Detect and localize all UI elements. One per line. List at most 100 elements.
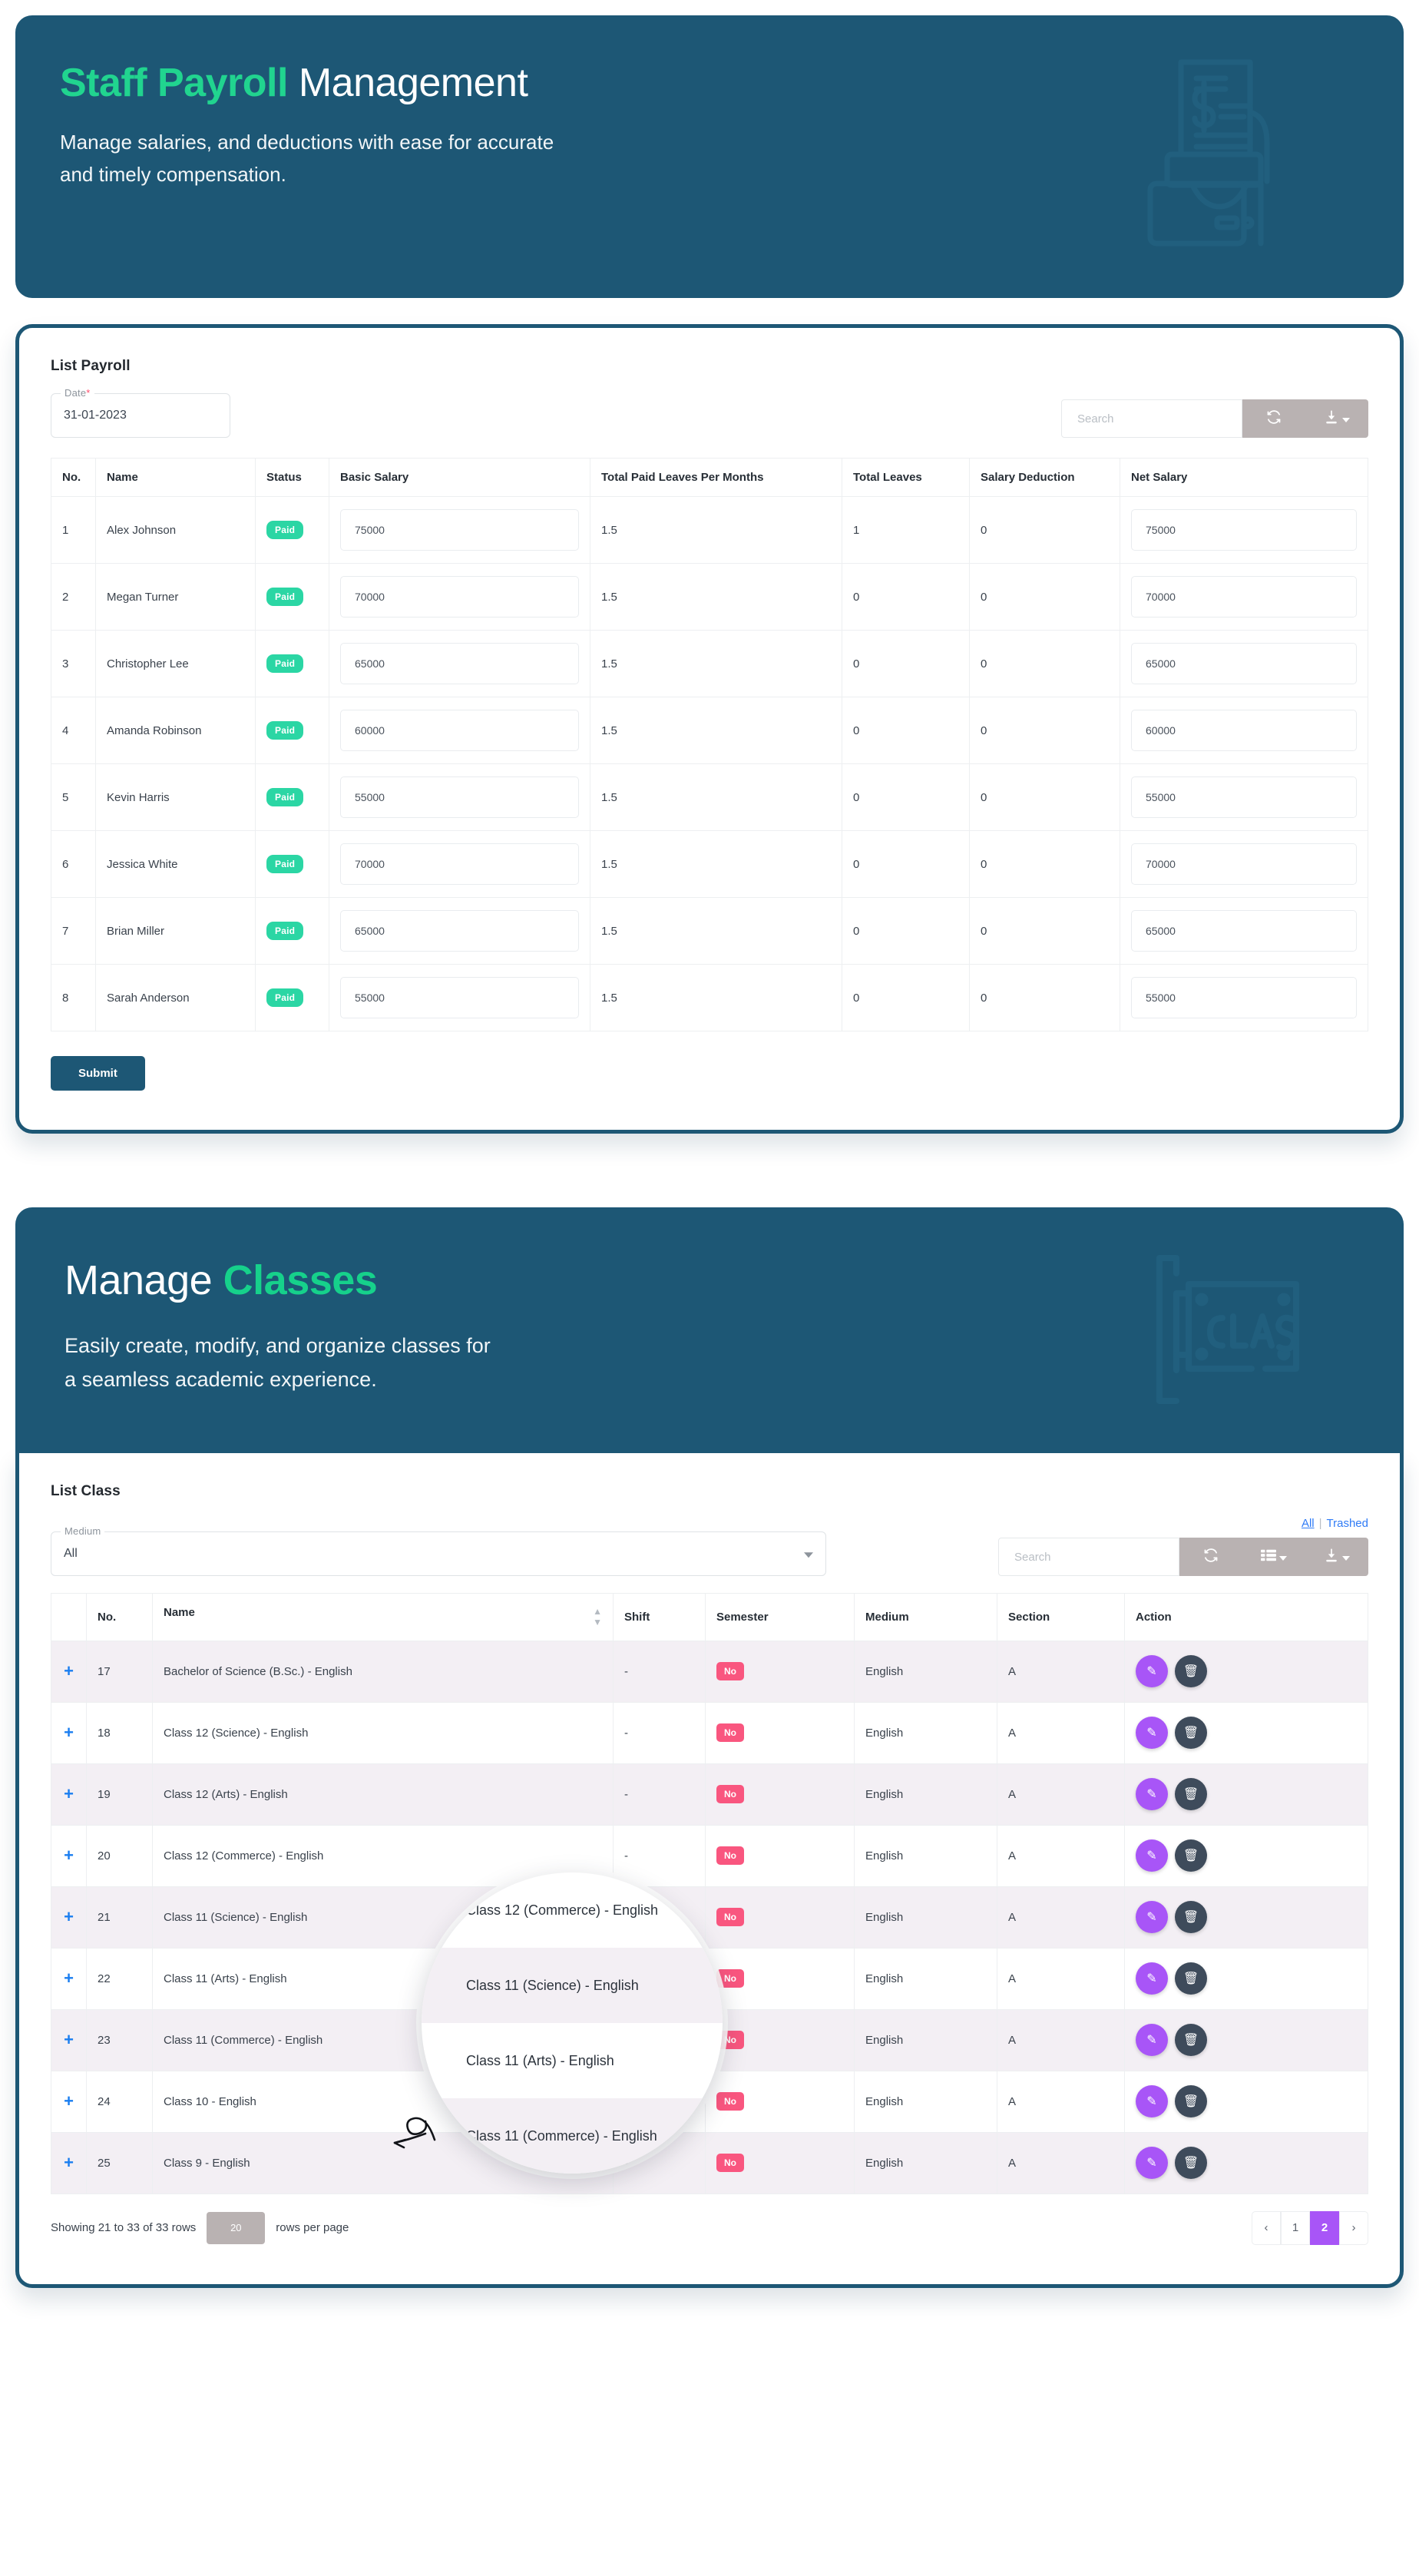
col-net-salary: Net Salary	[1120, 458, 1368, 497]
cell-shift: -	[613, 1763, 706, 1826]
refresh-button[interactable]	[1242, 399, 1305, 438]
cell-status: Paid	[255, 630, 329, 697]
date-field[interactable]: Date* 31-01-2023	[51, 387, 230, 438]
cell-no: 25	[86, 2131, 153, 2194]
plus-icon[interactable]: +	[64, 1784, 74, 1803]
basic-salary-input[interactable]: 65000	[340, 910, 579, 952]
edit-icon[interactable]: ✎	[1136, 1901, 1168, 1934]
basic-salary-input[interactable]: 65000	[340, 643, 579, 684]
medium-select[interactable]: Medium All	[51, 1525, 826, 1576]
plus-icon[interactable]: +	[64, 1968, 74, 1988]
cell-expand[interactable]: +	[51, 2131, 87, 2194]
trash-icon[interactable]: 🗑	[1175, 1901, 1207, 1934]
rows-per-page-select[interactable]: 20	[207, 2211, 266, 2244]
link-trashed[interactable]: Trashed	[1327, 1517, 1368, 1530]
trash-icon[interactable]: 🗑	[1175, 2147, 1207, 2180]
basic-salary-input[interactable]: 70000	[340, 843, 579, 885]
cell-status: Paid	[255, 897, 329, 965]
col-salary-deduction: Salary Deduction	[969, 458, 1120, 497]
trash-icon[interactable]: 🗑	[1175, 1655, 1207, 1688]
cell-action: ✎ 🗑	[1124, 2131, 1368, 2194]
cell-section: A	[997, 2008, 1125, 2071]
cell-name: Class 12 (Arts) - English	[152, 1763, 614, 1826]
export-button[interactable]	[1305, 399, 1368, 438]
net-salary-input[interactable]: 60000	[1131, 710, 1357, 751]
cell-expand[interactable]: +	[51, 1947, 87, 2010]
cell-section: A	[997, 1947, 1125, 2010]
link-all[interactable]: All	[1302, 1517, 1315, 1530]
net-salary-input[interactable]: 70000	[1131, 576, 1357, 618]
cell-semester: No	[705, 2008, 855, 2071]
plus-icon[interactable]: +	[64, 1661, 74, 1680]
cell-section: A	[997, 1701, 1125, 1764]
col-total-paid-leaves: Total Paid Leaves Per Months	[590, 458, 842, 497]
plus-icon[interactable]: +	[64, 1846, 74, 1865]
classes-refresh-button[interactable]	[1179, 1538, 1242, 1576]
cell-paid-leaves: 1.5	[590, 830, 842, 898]
trash-icon[interactable]: 🗑	[1175, 1962, 1207, 1995]
plus-icon[interactable]: +	[64, 2091, 74, 2111]
cell-expand[interactable]: +	[51, 1701, 87, 1764]
page-prev-button[interactable]: ‹	[1252, 2210, 1281, 2245]
edit-icon[interactable]: ✎	[1136, 2085, 1168, 2118]
trash-icon[interactable]: 🗑	[1175, 2024, 1207, 2057]
net-salary-input[interactable]: 75000	[1131, 509, 1357, 551]
cell-section: A	[997, 1763, 1125, 1826]
trash-icon[interactable]: 🗑	[1175, 2085, 1207, 2118]
cell-expand[interactable]: +	[51, 2008, 87, 2071]
cell-name: Jessica White	[95, 830, 256, 898]
date-field-value: 31-01-2023	[64, 409, 127, 422]
classes-search-input[interactable]: Search	[998, 1538, 1179, 1576]
plus-icon[interactable]: +	[64, 1723, 74, 1742]
columns-toggle-button[interactable]	[1242, 1538, 1305, 1576]
edit-icon[interactable]: ✎	[1136, 2024, 1168, 2057]
cell-expand[interactable]: +	[51, 1640, 87, 1703]
net-salary-input[interactable]: 65000	[1131, 910, 1357, 952]
cell-medium: English	[854, 1640, 997, 1703]
cell-total-leaves: 0	[842, 697, 970, 764]
page-2-button[interactable]: 2	[1310, 2210, 1339, 2245]
basic-salary-input[interactable]: 75000	[340, 509, 579, 551]
showing-rows-text: Showing 21 to 33 of 33 rows	[51, 2221, 197, 2235]
payroll-card: List Payroll Date* 31-01-2023 Search No.…	[15, 324, 1404, 1134]
cell-medium: English	[854, 1701, 997, 1764]
hero2-subtitle: Easily create, modify, and organize clas…	[64, 1329, 986, 1396]
basic-salary-input[interactable]: 70000	[340, 576, 579, 618]
cell-expand[interactable]: +	[51, 1824, 87, 1887]
basic-salary-input[interactable]: 60000	[340, 710, 579, 751]
trash-icon[interactable]: 🗑	[1175, 1839, 1207, 1872]
classes-export-button[interactable]	[1305, 1538, 1368, 1576]
trash-icon[interactable]: 🗑	[1175, 1778, 1207, 1811]
plus-icon[interactable]: +	[64, 1907, 74, 1926]
cell-name: Bachelor of Science (B.Sc.) - English	[152, 1640, 614, 1703]
basic-salary-input[interactable]: 55000	[340, 776, 579, 818]
cell-expand[interactable]: +	[51, 2070, 87, 2133]
submit-button[interactable]: Submit	[51, 1056, 145, 1091]
edit-icon[interactable]: ✎	[1136, 1655, 1168, 1688]
edit-icon[interactable]: ✎	[1136, 1717, 1168, 1750]
payroll-search-input[interactable]: Search	[1061, 399, 1242, 438]
basic-salary-input[interactable]: 55000	[340, 977, 579, 1018]
edit-icon[interactable]: ✎	[1136, 2147, 1168, 2180]
net-salary-input[interactable]: 55000	[1131, 776, 1357, 818]
edit-icon[interactable]: ✎	[1136, 1962, 1168, 1995]
net-salary-input[interactable]: 55000	[1131, 977, 1357, 1018]
net-salary-input[interactable]: 70000	[1131, 843, 1357, 885]
col-name: Name ▲ ▼	[152, 1593, 614, 1641]
trash-icon[interactable]: 🗑	[1175, 1717, 1207, 1750]
page-next-button[interactable]: ›	[1339, 2210, 1368, 2245]
cell-expand[interactable]: +	[51, 1763, 87, 1826]
page-1-button[interactable]: 1	[1281, 2210, 1310, 2245]
plus-icon[interactable]: +	[64, 2030, 74, 2049]
edit-icon[interactable]: ✎	[1136, 1778, 1168, 1811]
cell-expand[interactable]: +	[51, 1886, 87, 1949]
page-root: Staff Payroll Management Manage salaries…	[0, 15, 1419, 2288]
cell-no: 21	[86, 1886, 153, 1949]
edit-icon[interactable]: ✎	[1136, 1839, 1168, 1872]
cell-action: ✎ 🗑	[1124, 1640, 1368, 1703]
sort-icon[interactable]: ▲ ▼	[593, 1606, 602, 1628]
cell-medium: English	[854, 1886, 997, 1949]
cell-section: A	[997, 2131, 1125, 2194]
net-salary-input[interactable]: 65000	[1131, 643, 1357, 684]
plus-icon[interactable]: +	[64, 2153, 74, 2172]
